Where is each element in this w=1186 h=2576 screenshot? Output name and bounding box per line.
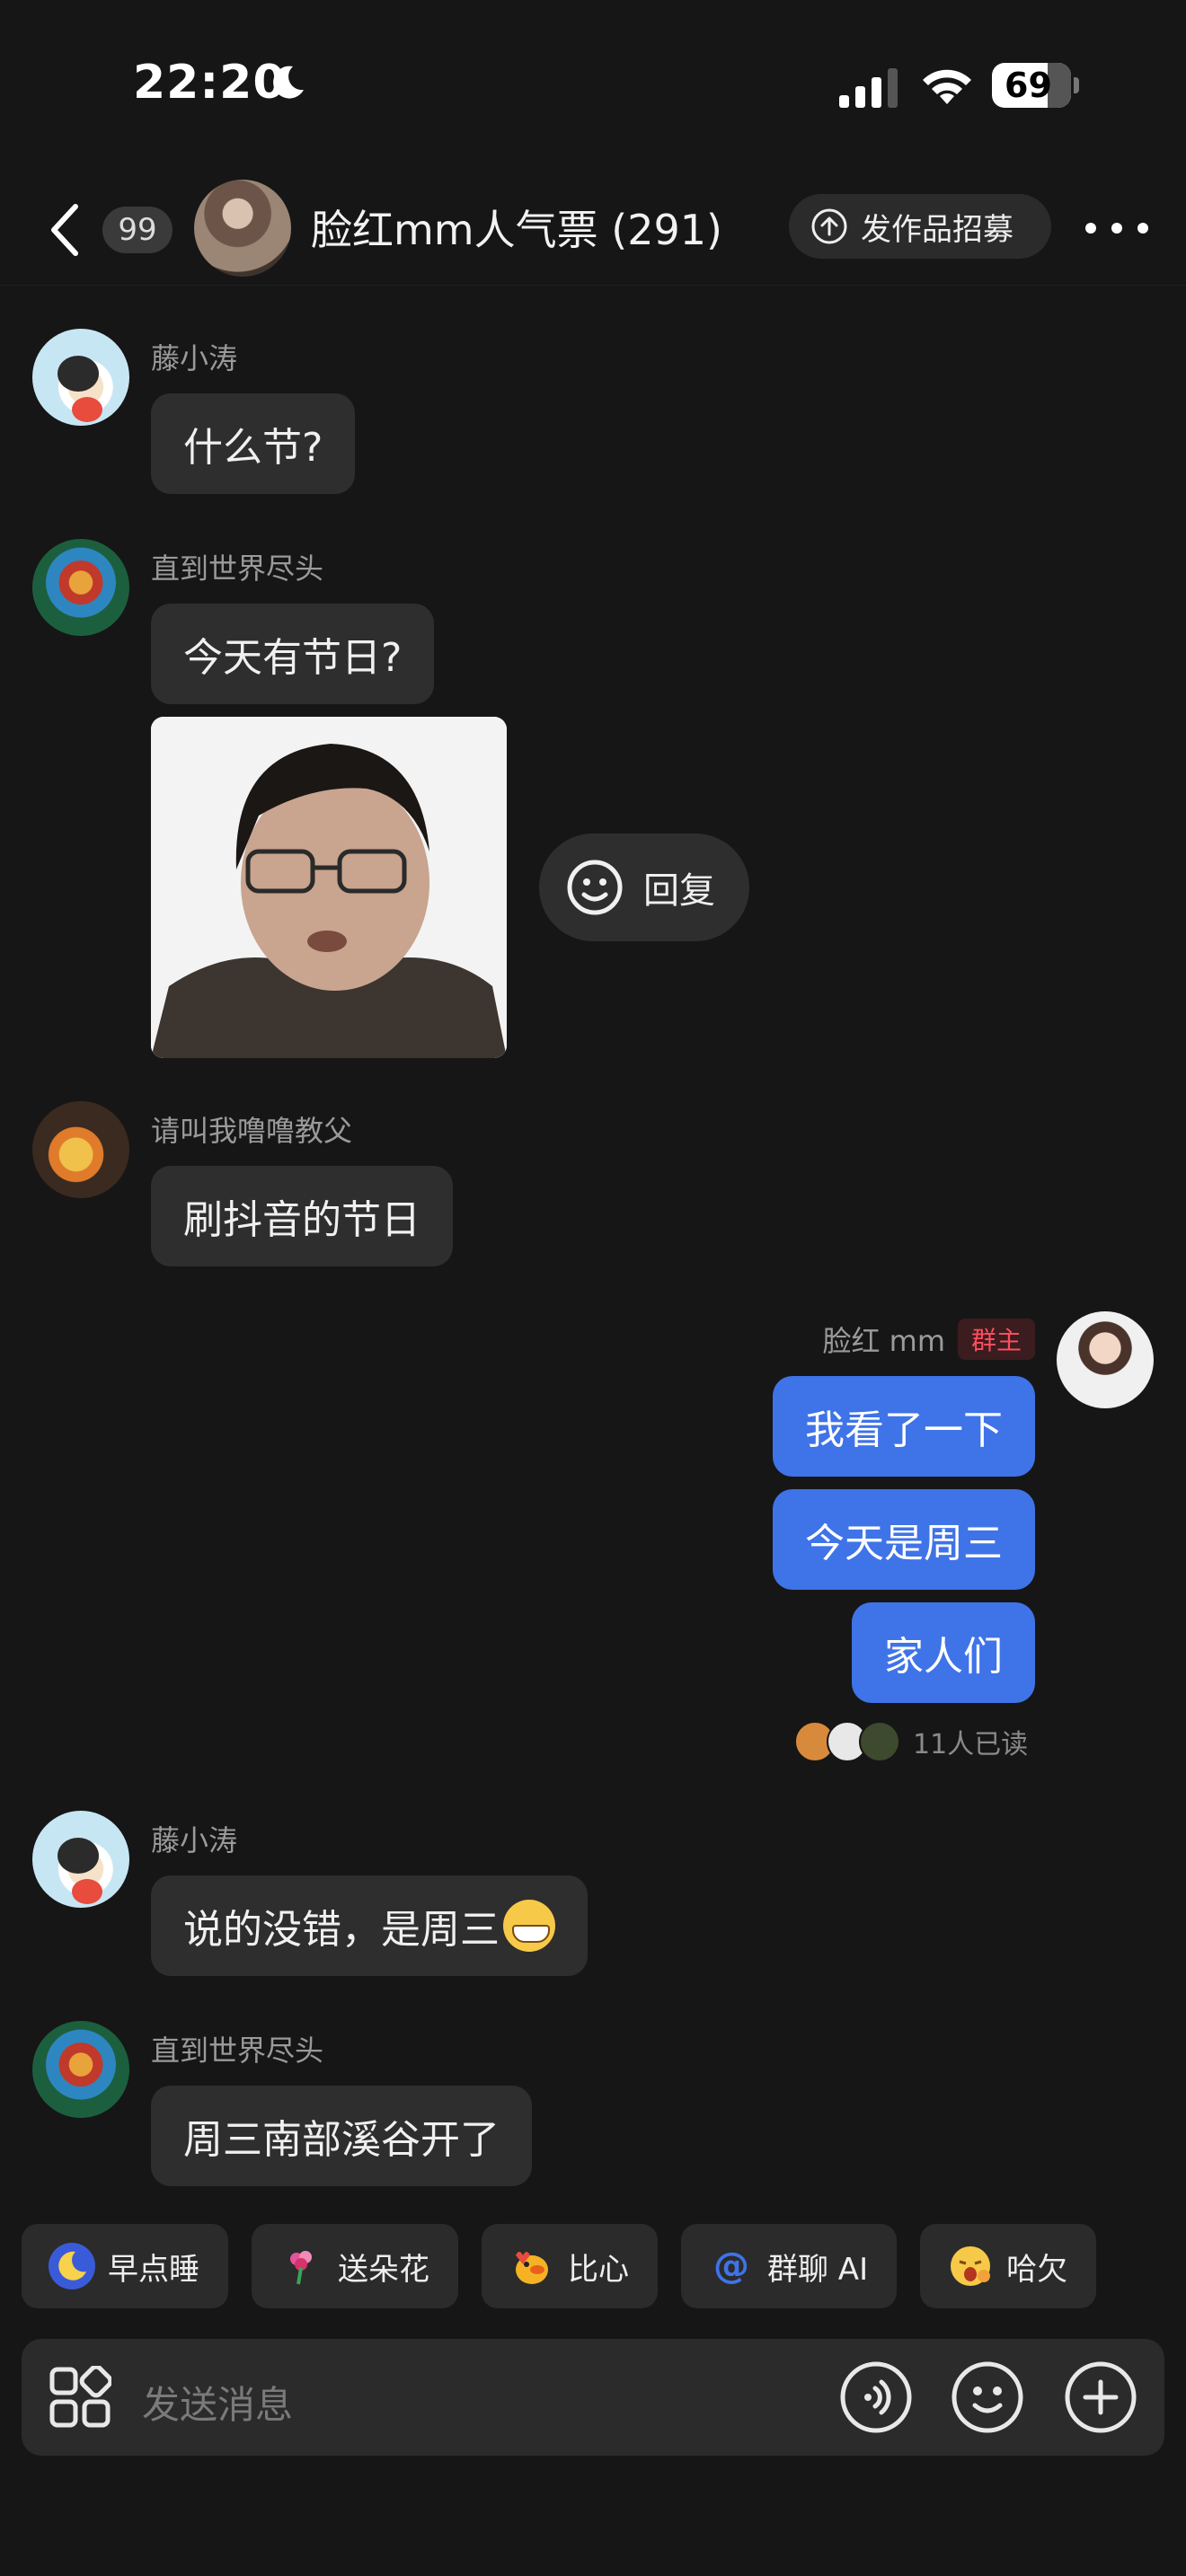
upload-circle-icon <box>811 208 847 244</box>
moon-icon <box>273 66 304 99</box>
quick-reply-label: 哈欠 <box>1006 2251 1068 2288</box>
quick-reply-bar: 早点睡 送朵花 比心 @ 群聊 AI 哈欠 <box>22 2224 1097 2308</box>
quick-reply-sleep[interactable]: 早点睡 <box>22 2224 228 2308</box>
avatar[interactable] <box>32 2021 129 2118</box>
plus-icon[interactable] <box>1064 2360 1137 2434</box>
avatar[interactable] <box>1057 1311 1154 1408</box>
meme-image[interactable] <box>151 717 507 1058</box>
quick-reply-heart[interactable]: 比心 <box>482 2224 658 2308</box>
avatar[interactable] <box>32 1101 129 1198</box>
message-bubble[interactable]: 今天有节日? <box>151 604 435 704</box>
status-time: 22:20 <box>133 56 287 110</box>
emoji-icon[interactable] <box>951 2360 1024 2434</box>
message-bubble[interactable]: 说的没错，是周三 <box>151 1875 588 1976</box>
quick-reply-label: 早点睡 <box>108 2251 199 2288</box>
reply-button[interactable]: 回复 <box>539 834 749 941</box>
avatar[interactable] <box>32 539 129 636</box>
message-bubble[interactable]: 刷抖音的节日 <box>151 1166 453 1266</box>
message-bubble[interactable]: 什么节? <box>151 393 356 494</box>
recruit-label: 发作品招募 <box>861 211 1013 248</box>
chat-header: 99 脸红mm人气票 (291) 发作品招募 <box>0 171 1186 286</box>
quick-reply-label: 群聊 AI <box>767 2251 869 2288</box>
read-count: 11人已读 <box>913 1729 1029 1760</box>
recruit-works-button[interactable]: 发作品招募 <box>789 194 1051 259</box>
more-options-icon[interactable] <box>1085 210 1148 246</box>
sender-name: 脸红 mm <box>822 1324 945 1358</box>
apps-grid-icon[interactable] <box>49 2366 111 2429</box>
sender-name: 请叫我噜噜教父 <box>151 1114 353 1148</box>
reader-avatar <box>859 1721 900 1762</box>
yawn-icon <box>947 2243 994 2289</box>
group-title[interactable]: 脸红mm人气票 (291) <box>311 198 722 257</box>
message-bubble[interactable]: 我看了一下 <box>773 1376 1035 1477</box>
grin-emoji-icon <box>503 1900 555 1952</box>
quick-reply-label: 送朵花 <box>338 2251 429 2288</box>
message-input[interactable]: 发送消息 <box>142 2375 293 2430</box>
quick-reply-group-ai[interactable]: @ 群聊 AI <box>681 2224 898 2308</box>
sender-name: 直到世界尽头 <box>151 551 324 586</box>
message-input-bar: 发送消息 <box>22 2339 1164 2456</box>
smile-icon <box>567 860 623 915</box>
reply-label: 回复 <box>643 870 715 912</box>
message-bubble[interactable]: 周三南部溪谷开了 <box>151 2086 532 2186</box>
sender-name: 藤小涛 <box>151 341 238 375</box>
quick-reply-flower[interactable]: 送朵花 <box>252 2224 458 2308</box>
signal-icon <box>839 68 898 108</box>
message-bubble[interactable]: 今天是周三 <box>773 1489 1035 1590</box>
battery-indicator: 69 <box>992 63 1071 108</box>
moon-sleep-icon <box>49 2243 95 2289</box>
owner-badge: 群主 <box>958 1319 1035 1360</box>
group-avatar[interactable] <box>194 180 291 277</box>
sender-name: 直到世界尽头 <box>151 2033 324 2068</box>
message-text: 说的没错，是周三 <box>183 1907 500 1953</box>
avatar[interactable] <box>32 329 129 426</box>
quick-reply-label: 比心 <box>568 2251 629 2288</box>
status-bar: 22:20 69 <box>0 0 1186 171</box>
avatar[interactable] <box>32 1811 129 1908</box>
message-bubble[interactable]: 家人们 <box>852 1602 1035 1703</box>
sender-name: 藤小涛 <box>151 1823 238 1857</box>
unread-count-badge[interactable]: 99 <box>102 207 173 253</box>
battery-level: 69 <box>1005 66 1052 105</box>
wifi-icon <box>923 69 971 104</box>
duck-heart-icon <box>509 2243 555 2289</box>
quick-reply-yawn[interactable]: 哈欠 <box>920 2224 1097 2308</box>
back-arrow-icon[interactable] <box>45 201 84 259</box>
read-receipt[interactable]: 11人已读 <box>794 1719 1028 1764</box>
battery-tip <box>1074 77 1079 93</box>
voice-icon[interactable] <box>839 2360 913 2434</box>
flower-icon <box>279 2243 325 2289</box>
at-icon: @ <box>713 2245 749 2287</box>
